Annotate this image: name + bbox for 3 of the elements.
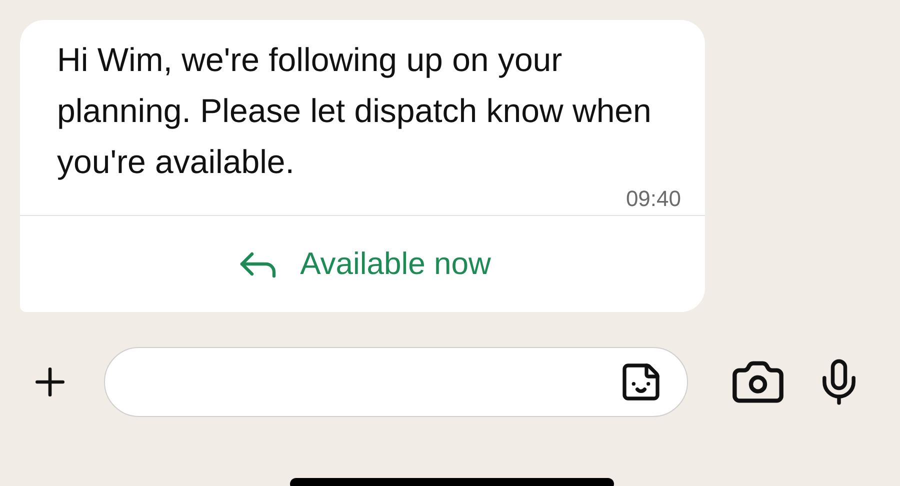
message-text: Hi Wim, we're following up on your planning. Please let dispatch know when you're available. [57, 40, 652, 182]
message-time: 09:40 [626, 187, 681, 211]
quick-reply-button[interactable]: Available now [234, 240, 491, 288]
